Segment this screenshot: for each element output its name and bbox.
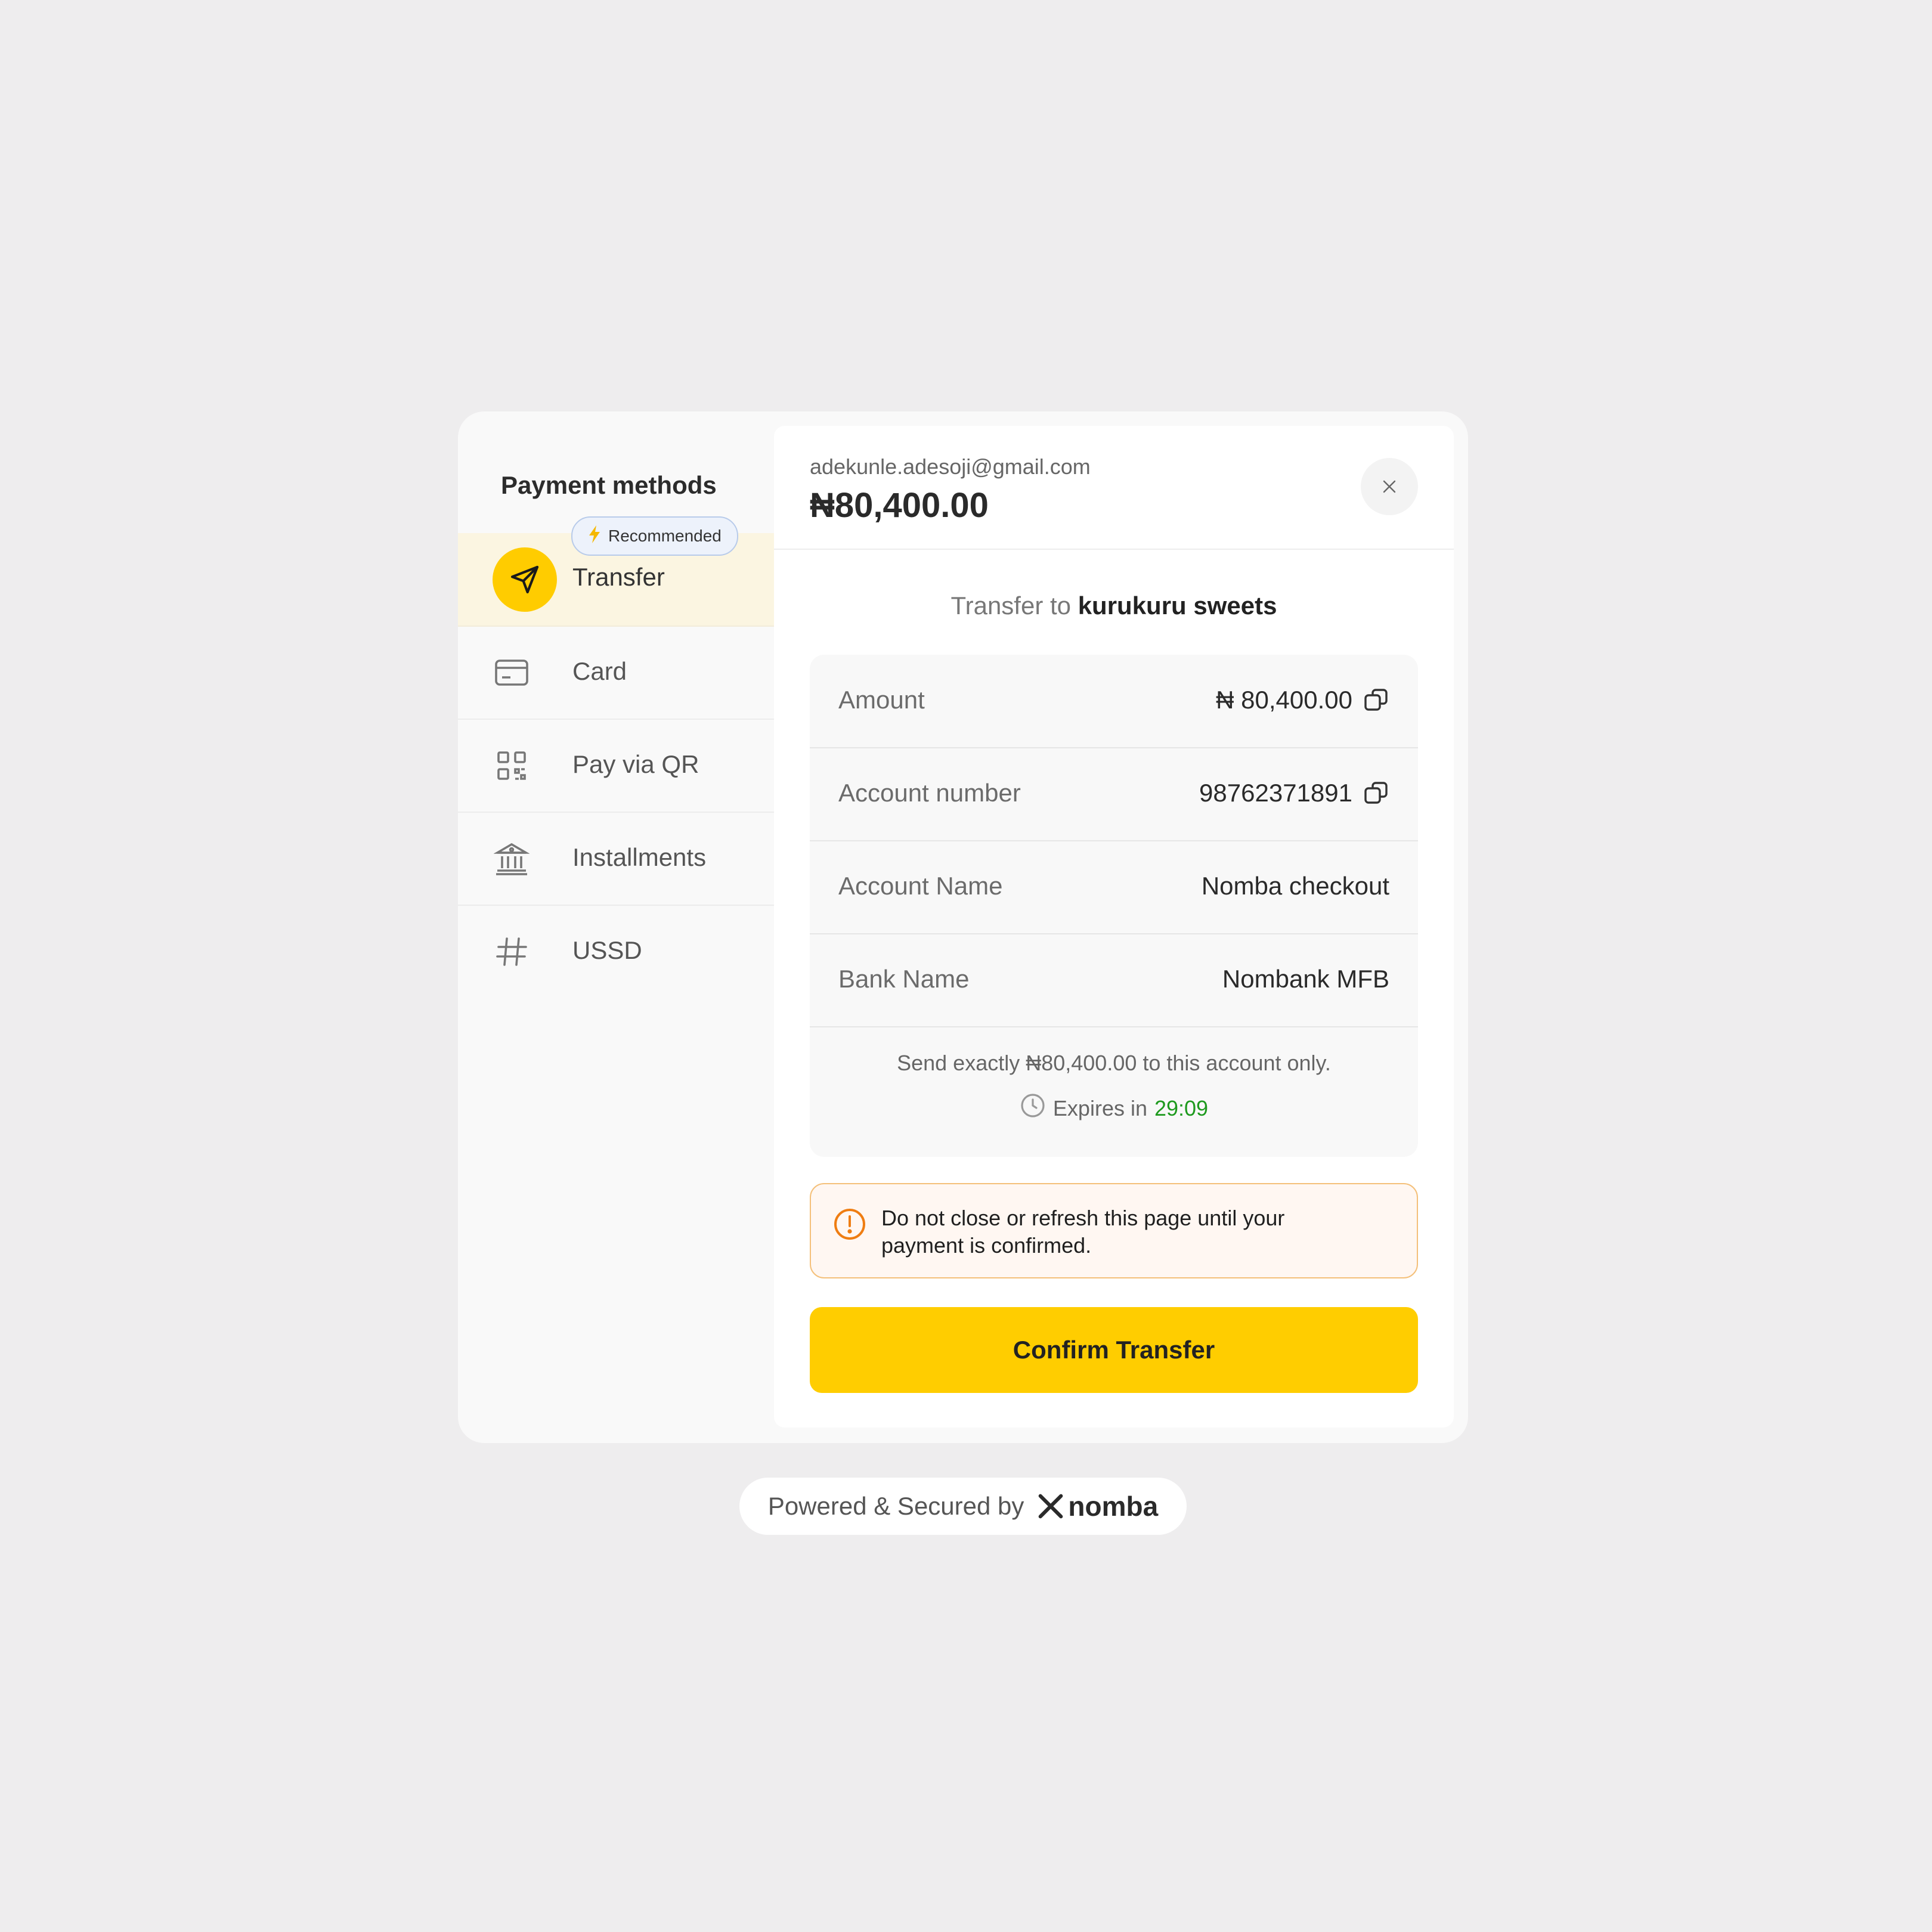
detail-row-amount: Amount ₦ 80,400.00 (810, 655, 1418, 748)
account-number-value: 98762371891 (1199, 779, 1352, 807)
detail-key: Amount (838, 686, 925, 714)
account-details: Amount ₦ 80,400.00 Account number 987623… (810, 655, 1418, 1157)
confirm-transfer-button[interactable]: Confirm Transfer (810, 1307, 1418, 1393)
copy-icon[interactable] (1363, 687, 1389, 713)
panel-header: adekunle.adesoji@gmail.com ₦80,400.00 (774, 426, 1454, 550)
copy-icon[interactable] (1363, 780, 1389, 806)
detail-row-account-number: Account number 98762371891 (810, 748, 1418, 841)
merchant-name: kurukuru sweets (1078, 592, 1277, 620)
footer-text: Powered & Secured by (767, 1492, 1024, 1520)
alert-icon (832, 1207, 867, 1244)
warning-text: Do not close or refresh this page until … (881, 1206, 1285, 1258)
badge-label: Recommended (608, 527, 722, 545)
method-installments[interactable]: Installments (458, 812, 774, 906)
close-icon (1383, 480, 1396, 493)
countdown-timer: 29:09 (1154, 1095, 1209, 1120)
transfer-heading: Transfer to kurukuru sweets (774, 592, 1454, 620)
send-exactly-note: Send exactly ₦80,400.00 to this account … (897, 1051, 1331, 1075)
send-icon (493, 547, 557, 612)
clock-icon (1020, 1092, 1046, 1124)
method-label: Card (572, 657, 627, 685)
detail-key: Bank Name (838, 965, 970, 993)
account-name-value: Nomba checkout (1201, 872, 1389, 900)
total-amount: ₦80,400.00 (810, 486, 989, 525)
warning-banner: Do not close or refresh this page until … (810, 1183, 1418, 1278)
lightning-icon (588, 525, 601, 548)
method-label: Transfer (572, 563, 665, 591)
nomba-mark-icon (1039, 1494, 1063, 1519)
method-card[interactable]: Card (458, 626, 774, 720)
method-qr[interactable]: Pay via QR (458, 719, 774, 813)
card-icon (493, 654, 531, 692)
nomba-logo: nomba (1037, 1490, 1158, 1522)
recommended-badge: Recommended (571, 516, 738, 556)
detail-key: Account Name (838, 872, 1003, 900)
bank-icon (493, 840, 531, 878)
brand-name: nomba (1068, 1491, 1159, 1522)
detail-value: ₦ 80,400.00 (1216, 686, 1389, 714)
method-label: Pay via QR (572, 750, 699, 778)
sidebar-title: Payment methods (501, 471, 717, 499)
payment-methods-sidebar: Payment methods Recommended Transfer Car… (458, 411, 774, 1443)
hash-icon (493, 933, 531, 971)
detail-key: Account number (838, 779, 1021, 807)
detail-value: 98762371891 (1199, 779, 1389, 807)
bank-name-value: Nombank MFB (1222, 965, 1389, 993)
method-ussd[interactable]: USSD (458, 905, 774, 998)
payment-modal: Payment methods Recommended Transfer Car… (458, 411, 1468, 1443)
powered-by-footer: Powered & Secured by nomba (739, 1478, 1187, 1535)
expires-label: Expires in (1052, 1095, 1147, 1120)
amount-value: ₦ 80,400.00 (1216, 686, 1352, 714)
customer-email: adekunle.adesoji@gmail.com (810, 454, 1091, 479)
detail-row-account-name: Account Name Nomba checkout (810, 841, 1418, 934)
transfer-prefix: Transfer to (950, 592, 1072, 620)
method-label: USSD (572, 936, 642, 964)
detail-row-bank-name: Bank Name Nombank MFB (810, 934, 1418, 1027)
qr-icon (493, 747, 531, 785)
close-button[interactable] (1361, 458, 1418, 515)
method-label: Installments (572, 843, 707, 871)
expiry: Expires in 29:09 (810, 1092, 1418, 1124)
method-transfer[interactable]: Recommended Transfer (458, 516, 774, 627)
